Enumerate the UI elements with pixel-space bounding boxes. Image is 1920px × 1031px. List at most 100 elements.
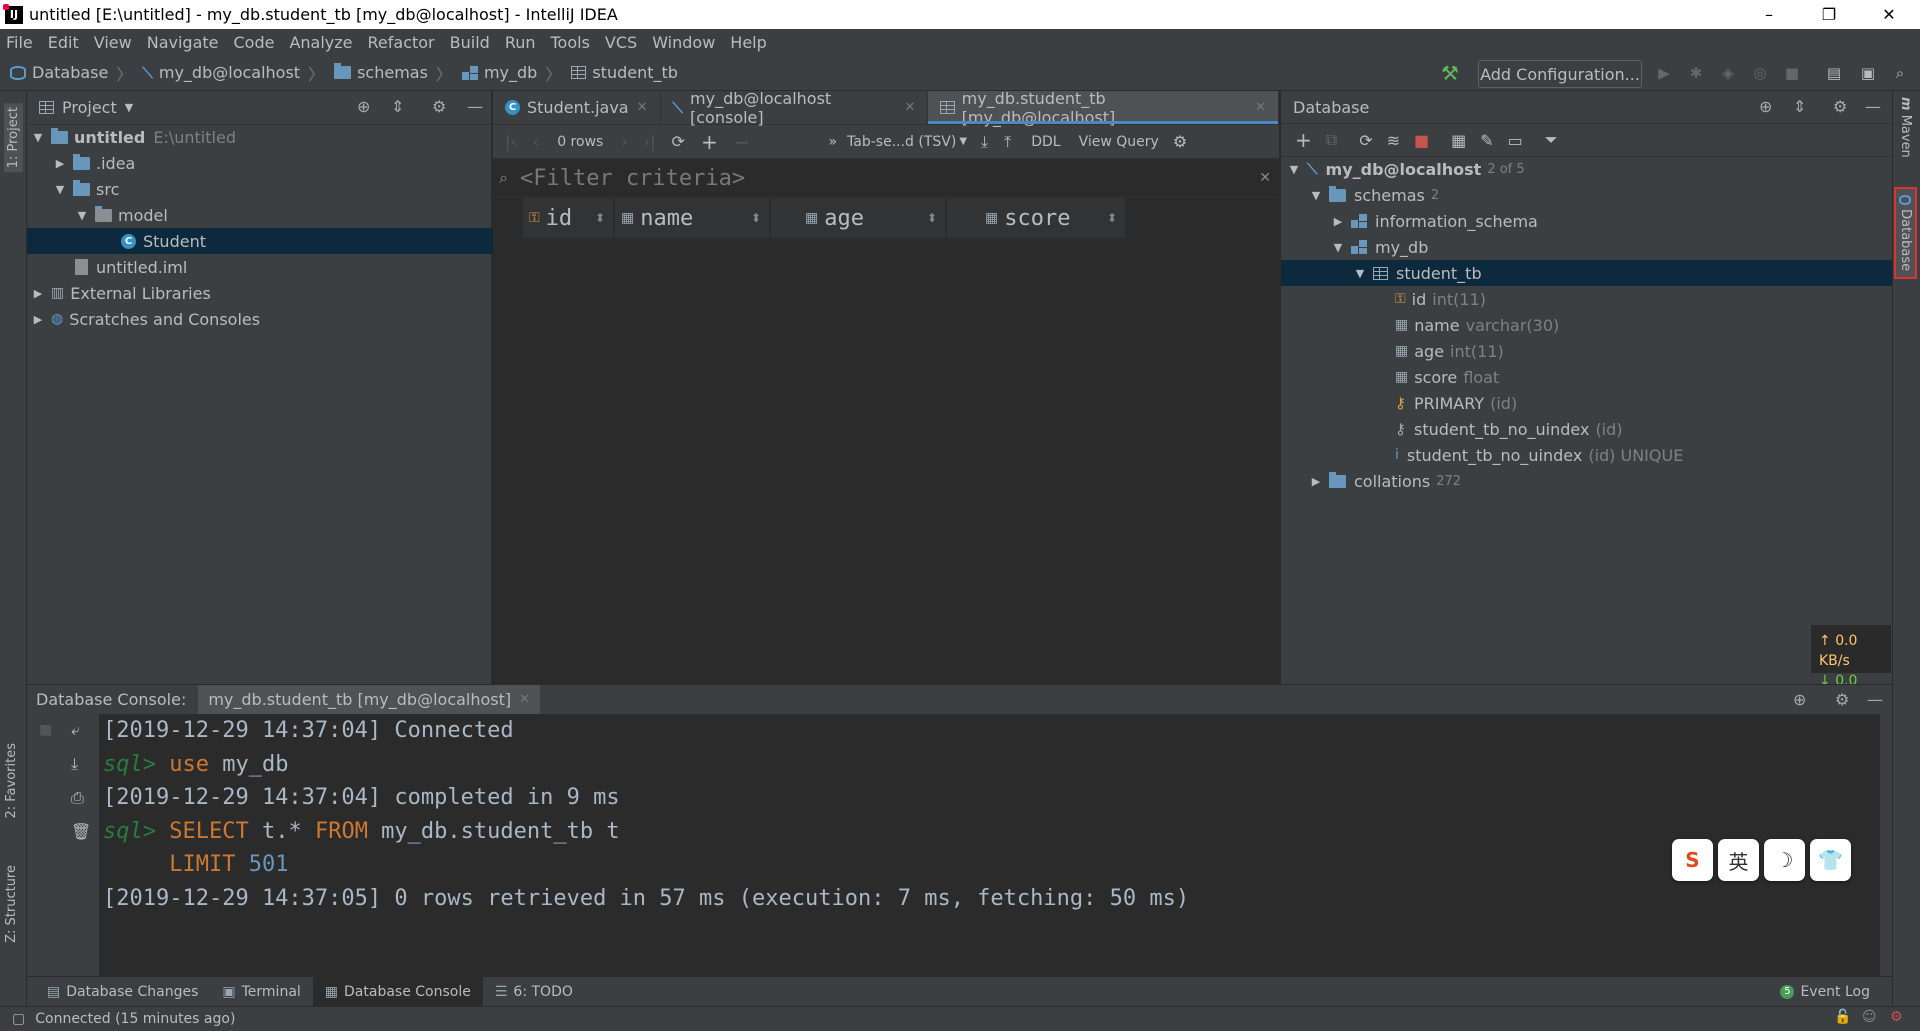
menu-build[interactable]: Build xyxy=(450,33,490,52)
menu-refactor[interactable]: Refactor xyxy=(368,33,435,52)
breadcrumb-database[interactable]: Database 〉 xyxy=(10,61,132,85)
rows-count[interactable]: 0 rows xyxy=(557,134,603,150)
gear-icon[interactable]: ⚙ xyxy=(1835,690,1849,709)
refresh-icon[interactable]: ⟳ xyxy=(1359,131,1372,150)
duplicate-icon[interactable]: ⧉ xyxy=(1326,130,1337,150)
presentation-icon[interactable]: ▣ xyxy=(1858,63,1878,83)
extractor-select[interactable]: Tab-se...d (TSV) xyxy=(847,134,956,150)
debug-icon[interactable]: ✱ xyxy=(1686,63,1706,83)
run-icon[interactable]: ▶ xyxy=(1654,63,1674,83)
menu-help[interactable]: Help xyxy=(730,33,766,52)
sort-icon[interactable]: ⬍ xyxy=(751,211,761,225)
ime-moon-button[interactable]: ☽ xyxy=(1764,839,1805,881)
tab-student-java[interactable]: C Student.java ✕ xyxy=(493,91,661,124)
column-header-score[interactable]: ▦ score ⬍ xyxy=(947,198,1125,238)
delete-row-icon[interactable]: − xyxy=(734,130,751,154)
view-query-button[interactable]: View Query xyxy=(1079,134,1159,150)
expand-arrow-icon[interactable]: ▼ xyxy=(1331,241,1345,254)
ime-language-button[interactable]: 英 xyxy=(1718,839,1759,881)
db-tree-information-schema[interactable]: ▶ information_schema xyxy=(1281,208,1920,234)
tab-console[interactable]: ⟍ my_db@localhost [console] ✕ xyxy=(661,89,929,127)
edit-icon[interactable]: ✎ xyxy=(1480,131,1493,150)
inspector-icon[interactable]: ☺ xyxy=(1862,1009,1877,1025)
console-output[interactable]: [2019-12-29 14:37:04] Connected sql> use … xyxy=(99,714,1880,976)
filter-icon[interactable]: ⏷ xyxy=(1545,130,1558,150)
menu-file[interactable]: File xyxy=(6,33,33,52)
collapse-all-icon[interactable]: ⇕ xyxy=(1793,97,1806,116)
console-tab[interactable]: my_db.student_tb [my_db@localhost] ✕ xyxy=(198,684,541,715)
expand-arrow-icon[interactable]: ▶ xyxy=(1331,215,1345,228)
expand-arrow-icon[interactable]: ▼ xyxy=(75,209,89,222)
stripe-tab-structure[interactable]: Z: Structure xyxy=(4,865,19,943)
add-row-icon[interactable]: + xyxy=(701,130,718,154)
soft-wrap-icon[interactable]: ⤶ xyxy=(71,720,80,740)
console-icon[interactable]: ▭ xyxy=(1508,131,1523,150)
tree-item-scratches[interactable]: ▶ ◍ Scratches and Consoles xyxy=(27,306,495,332)
db-tree-connection[interactable]: ▼ ⟍ my_db@localhost 2 of 5 xyxy=(1281,156,1898,182)
panel-title[interactable]: Project xyxy=(62,98,117,117)
export-icon[interactable]: ⤓ xyxy=(981,132,988,152)
sort-icon[interactable]: ⬍ xyxy=(1107,211,1117,225)
stripe-tab-maven[interactable]: m Maven xyxy=(1898,97,1913,158)
menu-window[interactable]: Window xyxy=(652,33,715,52)
db-tree-primary-key[interactable]: ⚷ PRIMARY (id) xyxy=(1281,390,1920,416)
breadcrumb-connection[interactable]: ⟍ my_db@localhost 〉 xyxy=(142,61,324,85)
first-page-icon[interactable]: |‹ xyxy=(505,132,517,151)
breadcrumb-schemas[interactable]: schemas 〉 xyxy=(334,61,452,85)
collapse-all-icon[interactable]: ⇕ xyxy=(391,97,404,116)
menu-vcs[interactable]: VCS xyxy=(605,33,637,52)
db-tree-index-uindex[interactable]: ⅰ student_tb_no_uindex (id) UNIQUE xyxy=(1281,442,1920,468)
menu-run[interactable]: Run xyxy=(505,33,536,52)
close-tab-icon[interactable]: ✕ xyxy=(637,100,648,115)
expand-arrow-icon[interactable]: ▶ xyxy=(53,157,67,170)
tree-item-untitled-iml[interactable]: untitled.iml xyxy=(27,254,539,280)
tool-tab-database-console[interactable]: ▦ Database Console xyxy=(312,976,483,1007)
stripe-tab-project[interactable]: 1: Project xyxy=(4,103,23,173)
search-icon[interactable]: ⌕ xyxy=(1890,63,1910,83)
profile-icon[interactable]: ◎ xyxy=(1750,63,1770,83)
toggle-tool-windows-icon[interactable]: ▢ xyxy=(12,1011,25,1027)
menu-view[interactable]: View xyxy=(94,33,132,52)
tree-item-model[interactable]: ▼ model xyxy=(27,202,539,228)
tree-item-untitled[interactable]: ▼ untitled E:\untitled xyxy=(27,124,495,150)
tree-item-external-libraries[interactable]: ▶ ▥ External Libraries xyxy=(27,280,495,306)
add-icon[interactable]: + xyxy=(1295,128,1312,152)
close-tab-icon[interactable]: ✕ xyxy=(1255,100,1266,115)
chevron-down-icon[interactable]: ▼ xyxy=(125,101,133,114)
notifications-icon[interactable]: ⚙ xyxy=(1890,1009,1903,1025)
tree-item-src[interactable]: ▼ src xyxy=(27,176,517,202)
stripe-tab-favorites[interactable]: 2: Favorites xyxy=(4,743,19,819)
last-page-icon[interactable]: ›| xyxy=(644,132,656,151)
schema-sync-icon[interactable]: ≋ xyxy=(1387,131,1400,150)
disconnect-icon[interactable]: ■ xyxy=(1414,131,1429,150)
expand-arrow-icon[interactable]: ▼ xyxy=(1309,189,1323,202)
expand-arrow-icon[interactable]: ▶ xyxy=(1309,475,1323,488)
tree-item-idea[interactable]: ▶ .idea xyxy=(27,150,517,176)
db-tree-my-db[interactable]: ▼ my_db xyxy=(1281,234,1920,260)
db-tree-column-name[interactable]: ▦ name varchar(30) xyxy=(1281,312,1920,338)
next-page-icon[interactable]: › xyxy=(621,132,627,151)
column-header-id[interactable]: ⚿ id ⬍ xyxy=(523,198,613,238)
db-tree-column-age[interactable]: ▦ age int(11) xyxy=(1281,338,1920,364)
ddl-button[interactable]: DDL xyxy=(1031,134,1060,150)
locate-icon[interactable]: ⊕ xyxy=(1759,97,1772,116)
tab-student-tb[interactable]: my_db.student_tb [my_db@localhost] ✕ xyxy=(928,89,1279,127)
stop-icon[interactable]: ■ xyxy=(1782,63,1802,83)
db-tree-column-score[interactable]: ▦ score float xyxy=(1281,364,1920,390)
more-icon[interactable]: » xyxy=(828,134,837,150)
locate-icon[interactable]: ⊕ xyxy=(1793,690,1806,709)
coverage-icon[interactable]: ◈ xyxy=(1718,63,1738,83)
db-tree-student-tb[interactable]: ▼ student_tb xyxy=(1281,260,1920,286)
gear-icon[interactable]: ⚙ xyxy=(1833,97,1847,116)
column-header-name[interactable]: ▦ name ⬍ xyxy=(615,198,769,238)
scroll-to-end-icon[interactable]: ⤓ xyxy=(71,754,78,774)
hide-icon[interactable]: — xyxy=(1867,690,1883,709)
db-tree-collations[interactable]: ▶ collations 272 xyxy=(1281,468,1920,494)
menu-navigate[interactable]: Navigate xyxy=(147,33,219,52)
gear-icon[interactable]: ⚙ xyxy=(432,97,446,116)
expand-arrow-icon[interactable]: ▼ xyxy=(53,183,67,196)
minimize-button[interactable]: – xyxy=(1746,0,1792,29)
sort-icon[interactable]: ⬍ xyxy=(927,211,937,225)
stripe-tab-database[interactable]: Database xyxy=(1894,187,1917,280)
breadcrumb-student-tb[interactable]: student_tb xyxy=(571,63,678,82)
